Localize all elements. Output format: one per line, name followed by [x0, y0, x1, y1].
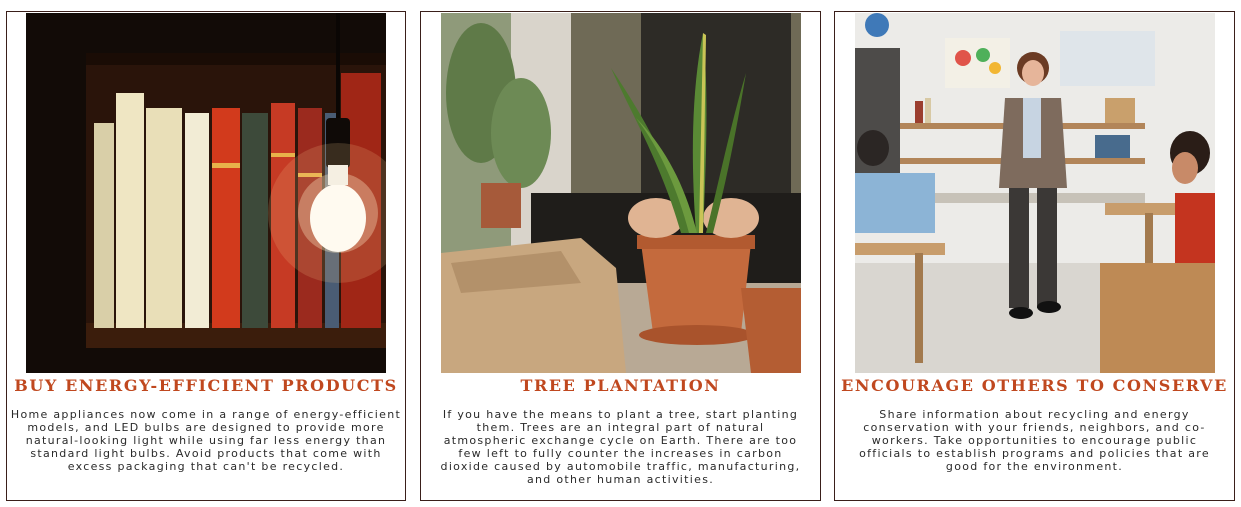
classroom-illustration	[854, 13, 1215, 373]
card-description: Home appliances now come in a range of e…	[10, 408, 402, 473]
classroom-image	[854, 13, 1215, 373]
potting-plant-illustration	[440, 13, 801, 373]
card-encourage-others: ENCOURAGE OTHERS TO CONSERVE Share infor…	[834, 11, 1235, 501]
card-title: BUY ENERGY-EFFICIENT PRODUCTS	[14, 376, 398, 395]
conservation-tips-row: BUY ENERGY-EFFICIENT PRODUCTS Home appli…	[0, 0, 1241, 507]
card-tree-plantation: TREE PLANTATION If you have the means to…	[420, 11, 821, 501]
card-energy-efficient: BUY ENERGY-EFFICIENT PRODUCTS Home appli…	[6, 11, 406, 501]
bookshelf-lightbulb-image	[26, 13, 386, 373]
card-title: TREE PLANTATION	[520, 376, 721, 395]
bookshelf-lightbulb-illustration	[26, 13, 386, 373]
card-description: If you have the means to plant a tree, s…	[440, 408, 801, 486]
card-title: ENCOURAGE OTHERS TO CONSERVE	[841, 376, 1228, 395]
card-description: Share information about recycling and en…	[859, 408, 1210, 473]
potting-plant-image	[440, 13, 801, 373]
